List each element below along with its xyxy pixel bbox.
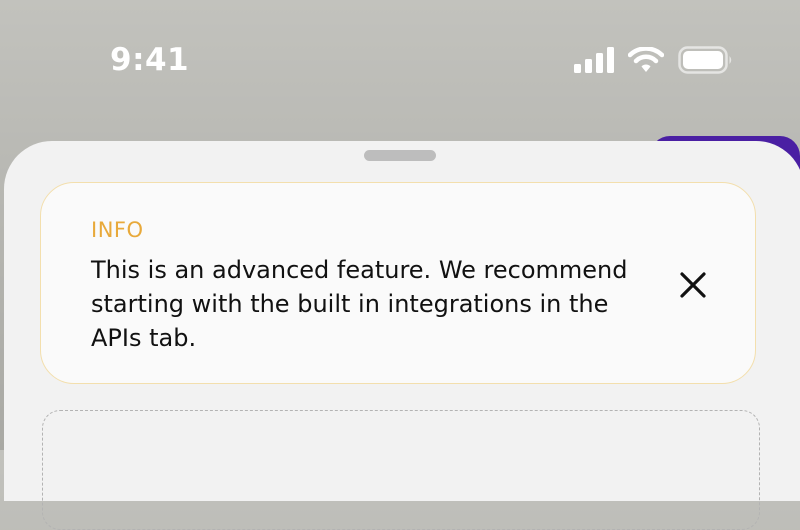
wifi-icon (628, 47, 664, 73)
sheet-grabber-handle[interactable] (364, 150, 436, 161)
status-icons (574, 46, 734, 74)
close-icon (679, 271, 707, 303)
dashed-drop-zone[interactable] (42, 410, 760, 530)
info-tag: INFO (91, 218, 144, 242)
info-banner: INFO This is an advanced feature. We rec… (40, 182, 756, 384)
cellular-signal-icon (574, 47, 614, 73)
close-button[interactable] (671, 265, 715, 309)
info-message: This is an advanced feature. We recommen… (91, 256, 628, 352)
battery-icon (678, 46, 734, 74)
status-time: 9:41 (110, 42, 190, 78)
